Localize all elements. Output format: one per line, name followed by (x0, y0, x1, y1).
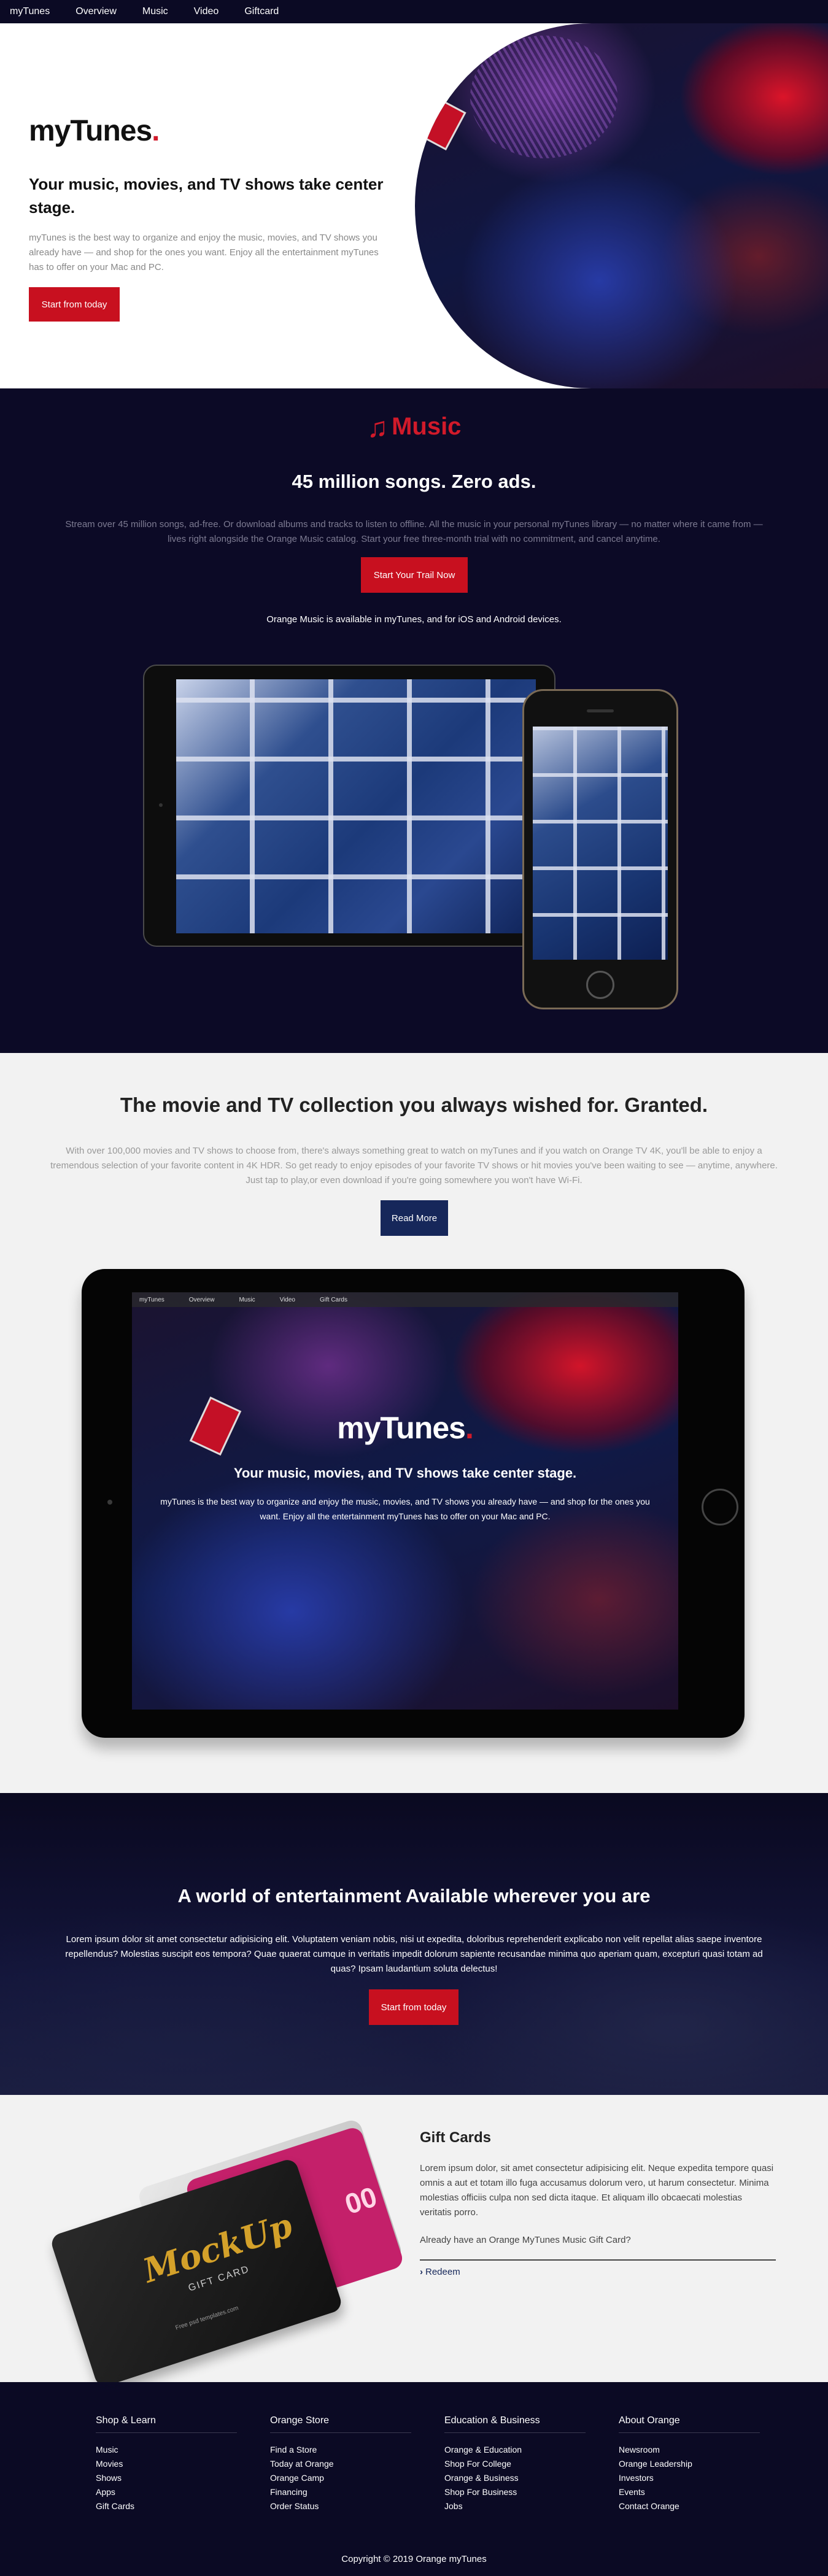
footer-link[interactable]: Orange & Business (444, 2471, 586, 2485)
gift-divider (420, 2259, 776, 2261)
hero-image (415, 23, 828, 388)
footer-link[interactable]: Orange Leadership (619, 2457, 760, 2471)
music-section: ♫ Music 45 million songs. Zero ads. Strea… (0, 388, 828, 1053)
footer-column-education: Education & Business Orange & Education … (444, 2415, 586, 2513)
footer-link[interactable]: Financing (270, 2485, 411, 2499)
gift-section: 00 MockUp GIFT CARD Free psd templates.c… (0, 2095, 828, 2389)
movies-section: The movie and TV collection you always w… (0, 1053, 828, 1793)
footer-link[interactable]: Shows (96, 2471, 237, 2485)
footer-link[interactable]: Music (96, 2443, 237, 2457)
hero-brand-dot: . (152, 115, 160, 147)
footer-link[interactable]: Jobs (444, 2499, 586, 2513)
footer-link[interactable]: Events (619, 2485, 760, 2499)
footer-link[interactable]: Today at Orange (270, 2457, 411, 2471)
hero-section: myTunes. Your music, movies, and TV show… (0, 23, 828, 388)
gift-card-small-text: Free psd templates.com (174, 2304, 239, 2332)
music-logo: ♫ Music (0, 411, 828, 444)
tablet-camera (159, 803, 163, 807)
gift-description: Lorem ipsum dolor, sit amet consectetur … (420, 2163, 774, 2218)
ipad-nav-item: Video (279, 1296, 295, 1303)
footer-column-title: Orange Store (270, 2415, 411, 2433)
ipad-brand: myTunes. (132, 1410, 678, 1446)
footer-link[interactable]: Order Status (270, 2499, 411, 2513)
hero-tagline: Your music, movies, and TV shows take ce… (29, 175, 384, 217)
footer-column-title: About Orange (619, 2415, 760, 2433)
tablet-screen-image (176, 679, 536, 933)
footer-link[interactable]: Gift Cards (96, 2499, 237, 2513)
movies-heading: The movie and TV collection you always w… (120, 1093, 708, 1116)
footer-column-title: Shop & Learn (96, 2415, 237, 2433)
hero-brand-text: myTunes (29, 115, 152, 147)
nav-item-giftcard[interactable]: Giftcard (244, 6, 279, 17)
music-note-icon: ♫ (366, 411, 389, 443)
world-heading: A world of entertainment Available where… (177, 1885, 651, 1907)
footer-link[interactable]: Contact Orange (619, 2499, 760, 2513)
footer-column-about: About Orange Newsroom Orange Leadership … (619, 2415, 760, 2513)
footer: Shop & Learn Music Movies Shows Apps Gif… (0, 2382, 828, 2576)
ipad-screen: myTunes Overview Music Video Gift Cards … (132, 1292, 678, 1710)
tablet-device (143, 665, 555, 947)
ipad-description: myTunes is the best way to organize and … (160, 1497, 650, 1521)
gift-card-image: 00 MockUp GIFT CARD Free psd templates.c… (49, 2118, 405, 2389)
phone-speaker (587, 709, 614, 712)
music-description: Stream over 45 million songs, ad-free. O… (65, 519, 763, 544)
ipad-brand-dot: . (465, 1411, 474, 1445)
ipad-device: myTunes Overview Music Video Gift Cards … (82, 1269, 745, 1738)
world-start-button[interactable]: Start from today (369, 1989, 458, 2025)
ipad-brand-text: myTunes (337, 1411, 466, 1445)
read-more-button[interactable]: Read More (381, 1200, 448, 1236)
phone-home-button (586, 971, 614, 999)
ipad-nav-item: Overview (188, 1296, 215, 1303)
footer-link[interactable]: Newsroom (619, 2443, 760, 2457)
footer-link[interactable]: Movies (96, 2457, 237, 2471)
copyright: Copyright © 2019 Orange myTunes (341, 2554, 487, 2564)
world-section: A world of entertainment Available where… (0, 1793, 828, 2095)
gift-question: Already have an Orange MyTunes Music Gif… (420, 2235, 631, 2245)
footer-link[interactable]: Find a Store (270, 2443, 411, 2457)
nav-item-music[interactable]: Music (142, 6, 168, 17)
ipad-home-button (702, 1489, 738, 1525)
hero-brand: myTunes. (29, 114, 160, 148)
footer-link[interactable]: Shop For Business (444, 2485, 586, 2499)
music-heading: 45 million songs. Zero ads. (292, 471, 536, 492)
phone-screen-image (533, 727, 668, 960)
footer-column-store: Orange Store Find a Store Today at Orang… (270, 2415, 411, 2513)
footer-link[interactable]: Investors (619, 2471, 760, 2485)
ipad-tagline: Your music, movies, and TV shows take ce… (233, 1465, 577, 1481)
world-description: Lorem ipsum dolor sit amet consectetur a… (65, 1934, 763, 1974)
page: myTunes Overview Music Video Giftcard my… (0, 0, 828, 2576)
top-nav: myTunes Overview Music Video Giftcard (0, 0, 828, 23)
nav-item-overview[interactable]: Overview (75, 6, 117, 17)
gift-card-pink-label: 00 (341, 2180, 381, 2221)
ipad-nav-item: Gift Cards (319, 1296, 347, 1303)
hero-image-braids (470, 36, 617, 158)
footer-link[interactable]: Shop For College (444, 2457, 586, 2471)
chevron-right-icon: › (420, 2267, 423, 2277)
movies-description: With over 100,000 movies and TV shows to… (50, 1146, 778, 1186)
hero-image-card (420, 98, 466, 151)
music-logo-text: Music (392, 413, 462, 440)
nav-item-video[interactable]: Video (194, 6, 219, 17)
redeem-label: Redeem (425, 2267, 460, 2277)
hero-start-button[interactable]: Start from today (29, 287, 120, 322)
footer-link[interactable]: Orange Camp (270, 2471, 411, 2485)
ipad-nav-item: Music (239, 1296, 255, 1303)
ipad-nav: myTunes Overview Music Video Gift Cards (132, 1292, 678, 1307)
redeem-link[interactable]: › Redeem (420, 2267, 460, 2277)
phone-device (522, 689, 678, 1009)
footer-column-shop: Shop & Learn Music Movies Shows Apps Gif… (96, 2415, 237, 2513)
nav-item-mytunes[interactable]: myTunes (10, 6, 50, 17)
ipad-camera (107, 1500, 112, 1505)
ipad-nav-item: myTunes (139, 1296, 164, 1303)
gift-title: Gift Cards (420, 2129, 492, 2146)
hero-description: myTunes is the best way to organize and … (29, 233, 379, 272)
footer-link[interactable]: Orange & Education (444, 2443, 586, 2457)
music-availability: Orange Music is available in myTunes, an… (266, 614, 562, 625)
gift-card-front: MockUp GIFT CARD Free psd templates.com (49, 2157, 344, 2389)
footer-link[interactable]: Apps (96, 2485, 237, 2499)
footer-column-title: Education & Business (444, 2415, 586, 2433)
music-trial-button[interactable]: Start Your Trail Now (361, 557, 468, 593)
